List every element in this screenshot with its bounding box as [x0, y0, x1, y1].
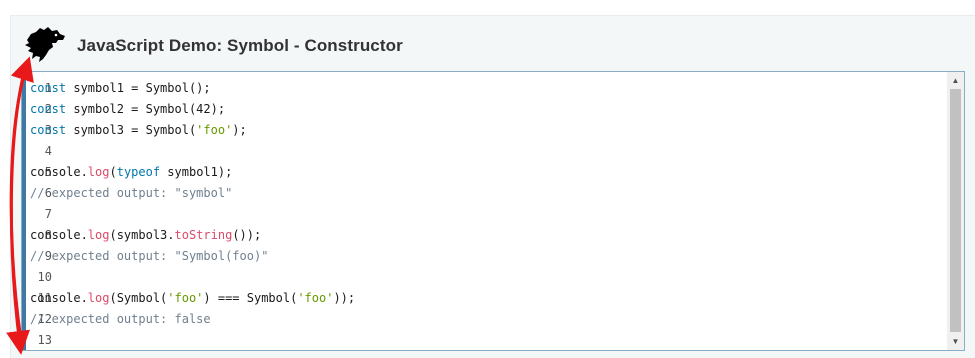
line-number: 13	[37, 333, 52, 347]
code-token: ));	[333, 291, 356, 305]
dinosaur-icon	[25, 27, 65, 62]
code-token: toString	[174, 228, 233, 242]
scroll-up-arrow-icon[interactable]: ▲	[947, 72, 964, 89]
code-token: // expected output: false	[30, 312, 211, 326]
code-token: ());	[232, 228, 262, 242]
code-text[interactable]: // expected output: "Symbol(foo)"	[30, 246, 268, 267]
code-token: console.	[30, 165, 88, 179]
code-token: symbol1 = Symbol();	[66, 81, 211, 95]
code-token: // expected output: "Symbol(foo)"	[30, 249, 269, 263]
code-text[interactable]: // expected output: false	[30, 309, 211, 330]
line-number: 10	[37, 270, 52, 284]
line-number: 7	[44, 207, 52, 221]
code-text[interactable]: const symbol3 = Symbol('foo');	[30, 120, 247, 141]
code-token: // expected output: "symbol"	[30, 186, 233, 200]
editor-focus-accent	[22, 72, 26, 350]
code-text[interactable]: // expected output: "symbol"	[30, 183, 232, 204]
code-token: symbol3 = Symbol(	[66, 123, 197, 137]
code-token: (Symbol(	[109, 291, 168, 305]
code-token: 'foo'	[297, 291, 334, 305]
code-token: const	[30, 102, 67, 116]
code-token: 'foo'	[167, 291, 204, 305]
code-token: log	[87, 165, 110, 179]
line-number: 4	[44, 144, 52, 158]
code-text[interactable]: const symbol1 = Symbol();	[30, 78, 211, 99]
code-token: 'foo'	[196, 123, 233, 137]
code-token: console.	[30, 291, 88, 305]
code-token: const	[30, 81, 67, 95]
scrollbar-thumb[interactable]	[950, 89, 961, 332]
code-token: ) === Symbol(	[203, 291, 298, 305]
code-token: log	[87, 228, 110, 242]
code-editor[interactable]: 1 const symbol1 = Symbol(); 2 const symbol2…	[21, 71, 965, 351]
code-text[interactable]: const symbol2 = Symbol(42);	[30, 99, 225, 120]
scroll-down-arrow-icon[interactable]: ▼	[947, 333, 964, 350]
code-text[interactable]: console.log(typeof symbol1);	[30, 162, 232, 183]
code-token: (symbol3.	[109, 228, 175, 242]
code-token: console.	[30, 228, 88, 242]
code-token: typeof	[116, 165, 161, 179]
editor-scrollbar[interactable]: ▲ ▼	[947, 72, 964, 350]
code-text[interactable]: console.log(Symbol('foo') === Symbol('fo…	[30, 288, 355, 309]
code-text[interactable]: console.log(symbol3.toString());	[30, 225, 261, 246]
page-title: JavaScript Demo: Symbol - Constructor	[77, 36, 403, 55]
code-token: );	[232, 123, 247, 137]
code-token: log	[87, 291, 110, 305]
code-token: symbol2 = Symbol(42);	[66, 102, 226, 116]
code-token: symbol1);	[160, 165, 233, 179]
code-token: (	[109, 165, 117, 179]
code-token: const	[30, 123, 67, 137]
